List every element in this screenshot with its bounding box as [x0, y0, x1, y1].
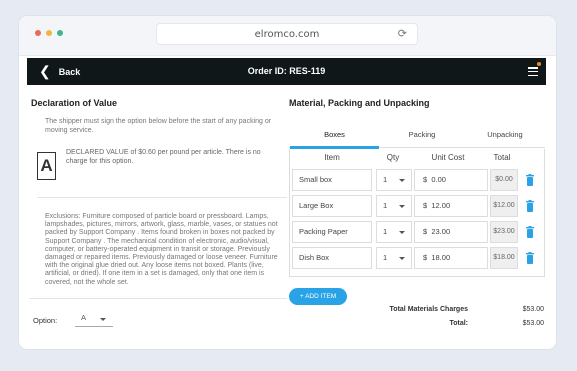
total-materials-value: $53.00 — [522, 306, 544, 313]
item-name-input[interactable]: Small box — [292, 169, 372, 191]
reload-icon[interactable]: ⟳ — [398, 27, 407, 41]
address-bar[interactable]: elromco.com ⟳ — [156, 23, 418, 45]
tab-boxes[interactable]: Boxes — [290, 130, 379, 146]
browser-window: elromco.com ⟳ ❮ Back Order ID: RES-119 D… — [19, 16, 556, 349]
divider — [37, 197, 287, 198]
table-row: Packing Paper 1 $ 23.00 $23.00 — [290, 220, 544, 244]
chevron-down-icon — [399, 205, 405, 208]
qty-select[interactable]: 1 — [376, 169, 412, 191]
total-label: Total: — [449, 320, 468, 327]
qty-select[interactable]: 1 — [376, 195, 412, 217]
option-select[interactable]: A — [75, 309, 113, 327]
unit-cost-value: 18.00 — [431, 253, 451, 262]
notification-dot — [537, 62, 541, 66]
qty-select[interactable]: 1 — [376, 221, 412, 243]
qty-value: 1 — [383, 201, 388, 210]
table-row: Large Box 1 $ 12.00 $12.00 — [290, 194, 544, 218]
materials-title: Material, Packing and Unpacking — [289, 98, 430, 108]
currency-symbol: $ — [423, 253, 428, 262]
qty-value: 1 — [383, 253, 388, 262]
declared-value-text: DECLARED VALUE of $0.60 per pound per ar… — [66, 149, 261, 165]
unit-cost-input[interactable]: $ 18.00 — [414, 247, 488, 269]
trash-icon[interactable] — [525, 174, 535, 186]
tab-unpacking[interactable]: Unpacking — [465, 130, 545, 146]
close-window-dot[interactable] — [35, 30, 41, 36]
unit-cost-value: 23.00 — [431, 227, 451, 236]
order-title: Order ID: RES-119 — [247, 66, 326, 76]
option-select-value: A — [81, 313, 87, 322]
row-total: $18.00 — [490, 247, 518, 269]
row-total: $23.00 — [490, 221, 518, 243]
unit-cost-input[interactable]: $ 0.00 — [414, 169, 488, 191]
unit-cost-value: 0.00 — [431, 175, 446, 184]
item-name: Packing Paper — [299, 227, 348, 236]
chevron-down-icon — [399, 231, 405, 234]
option-a-letter: A — [37, 152, 56, 180]
exclusions-text: Exclusions: Furniture composed of partic… — [45, 213, 278, 286]
chevron-down-icon — [100, 318, 106, 321]
currency-symbol: $ — [423, 227, 428, 236]
total-materials-label: Total Materials Charges — [389, 306, 468, 313]
chevron-down-icon — [399, 257, 405, 260]
item-name: Large Box — [299, 201, 334, 210]
tab-packing[interactable]: Packing — [379, 130, 465, 146]
row-total: $12.00 — [490, 195, 518, 217]
url-text: elromco.com — [254, 29, 320, 40]
unit-cost-value: 12.00 — [431, 201, 451, 210]
browser-toolbar: elromco.com ⟳ — [19, 16, 556, 56]
chevron-down-icon — [399, 179, 405, 182]
option-label: Option: — [33, 316, 58, 325]
divider — [29, 298, 287, 299]
table-row: Dish Box 1 $ 18.00 $18.00 — [290, 246, 544, 270]
unit-cost-input[interactable]: $ 23.00 — [414, 221, 488, 243]
declaration-intro: The shipper must sign the option below b… — [45, 118, 272, 134]
declaration-title: Declaration of Value — [31, 98, 118, 108]
item-name-input[interactable]: Large Box — [292, 195, 372, 217]
minimize-window-dot[interactable] — [46, 30, 52, 36]
materials-table: Small box 1 $ 0.00 $0.00 Large Box 1 $ 1… — [289, 149, 545, 277]
item-name: Small box — [299, 175, 332, 184]
qty-value: 1 — [383, 227, 388, 236]
qty-select[interactable]: 1 — [376, 247, 412, 269]
item-name-input[interactable]: Packing Paper — [292, 221, 372, 243]
hamburger-menu-icon[interactable] — [528, 67, 538, 77]
currency-symbol: $ — [423, 201, 428, 210]
item-name-input[interactable]: Dish Box — [292, 247, 372, 269]
trash-icon[interactable] — [525, 252, 535, 264]
unit-cost-input[interactable]: $ 12.00 — [414, 195, 488, 217]
currency-symbol: $ — [423, 175, 428, 184]
table-row: Small box 1 $ 0.00 $0.00 — [290, 168, 544, 192]
qty-value: 1 — [383, 175, 388, 184]
total-value: $53.00 — [522, 320, 544, 327]
maximize-window-dot[interactable] — [57, 30, 63, 36]
row-total: $0.00 — [490, 169, 518, 191]
trash-icon[interactable] — [525, 226, 535, 238]
item-name: Dish Box — [299, 253, 330, 262]
add-item-button[interactable]: + ADD ITEM — [289, 288, 347, 305]
trash-icon[interactable] — [525, 200, 535, 212]
app-header: ❮ Back Order ID: RES-119 — [27, 58, 546, 85]
